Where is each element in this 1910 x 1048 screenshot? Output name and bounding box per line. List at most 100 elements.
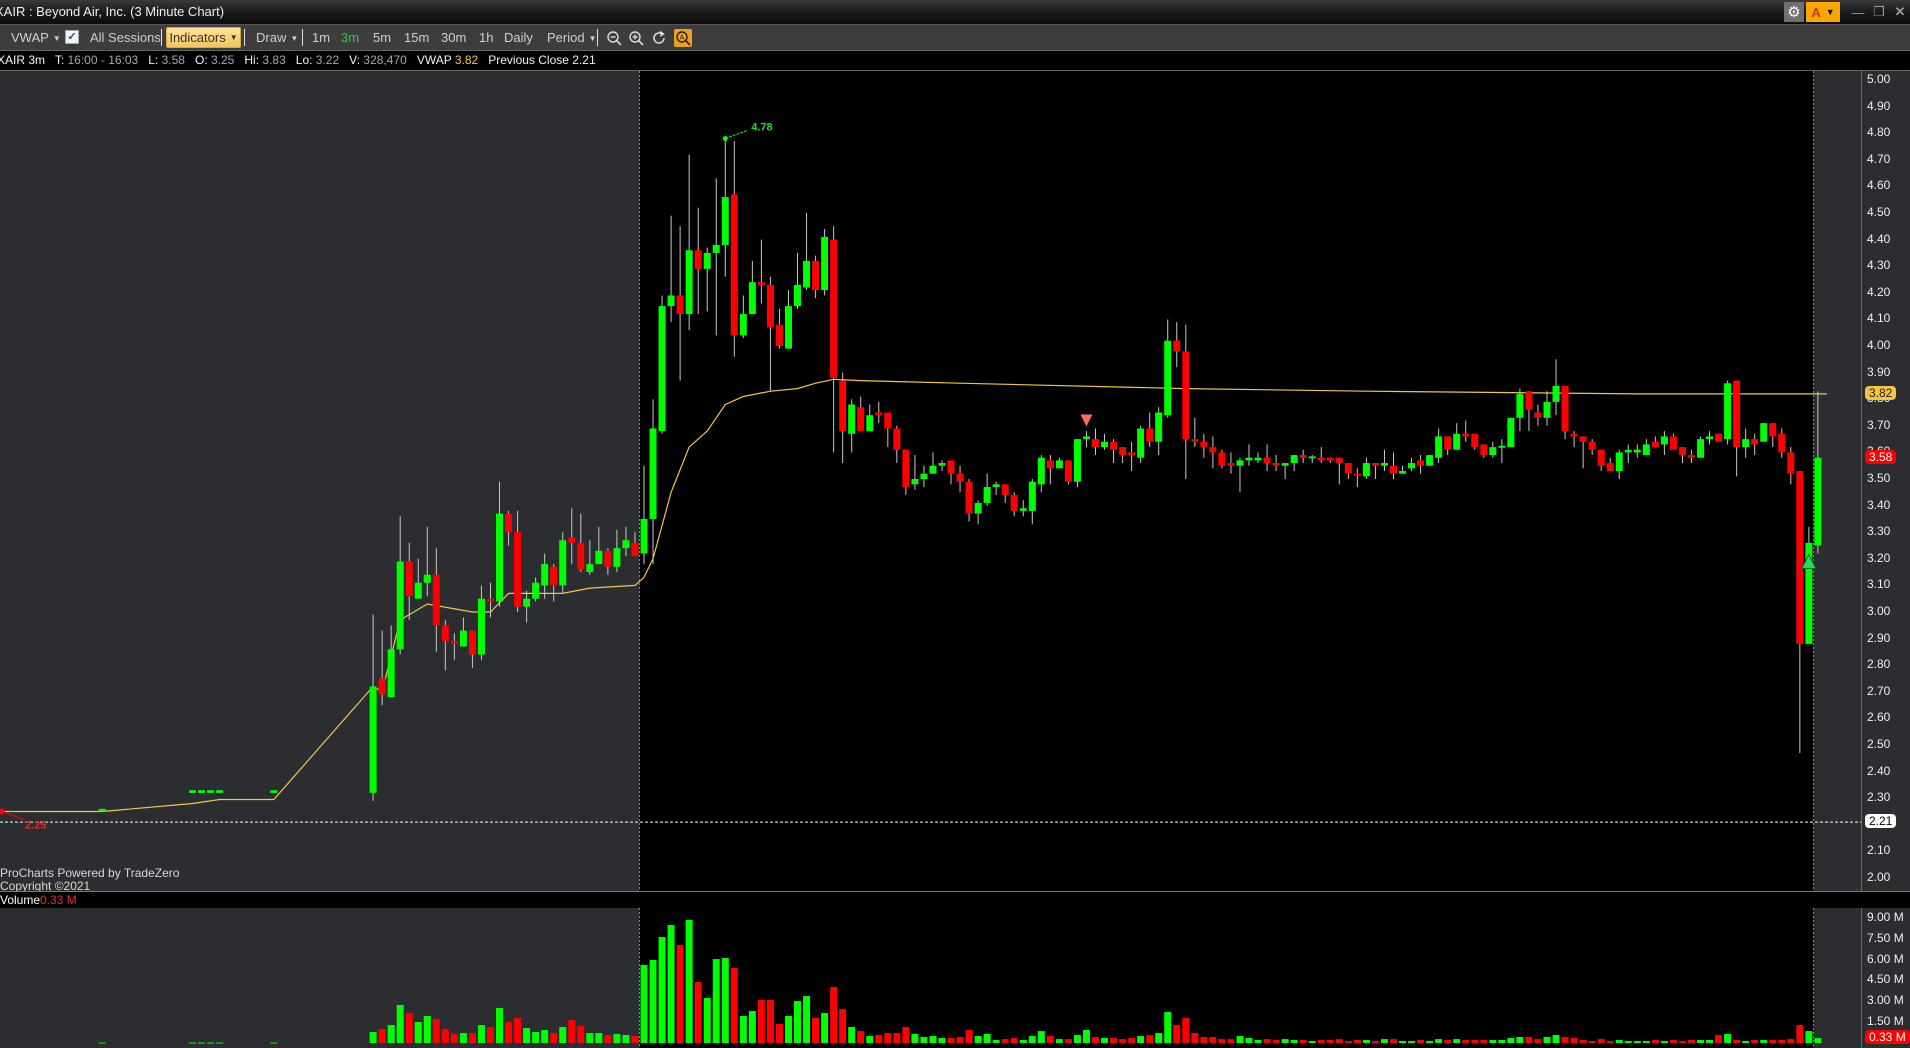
- price-tick-label: 2.60: [1867, 710, 1891, 725]
- volume-bar: [559, 1026, 567, 1043]
- period-3m-button[interactable]: 3m: [341, 30, 359, 45]
- previous-close-badge: 2.21: [1865, 814, 1897, 829]
- candle-body: [1082, 436, 1090, 440]
- volume-bar: [1651, 1039, 1659, 1043]
- volume-bar: [1624, 1041, 1632, 1043]
- zoom-out-button[interactable]: [605, 29, 623, 47]
- volume-bar: [1218, 1039, 1226, 1043]
- volume-bar: [1543, 1036, 1551, 1043]
- candle-body: [441, 625, 449, 642]
- candle-body: [766, 284, 774, 328]
- volume-bar: [1082, 1030, 1090, 1043]
- volume-bar: [947, 1038, 955, 1043]
- volume-bar: [1200, 1036, 1208, 1043]
- volume-bar: [1092, 1036, 1099, 1043]
- chart-toolbar: VWAP ▼ ✓ All Sessions Indicators ▼ Draw ▼ 1…: [0, 24, 1910, 51]
- period-5m-button[interactable]: 5m: [373, 30, 391, 45]
- candle-body: [369, 686, 377, 793]
- previous-close-value: 2.21: [572, 53, 596, 67]
- vwap-price-badge: 3.82: [1865, 385, 1897, 400]
- candle-body: [1281, 463, 1289, 466]
- candle-body: [1092, 439, 1099, 448]
- low-marker-label: 2.25: [25, 820, 46, 832]
- price-chart[interactable]: 4.78 2.25: [0, 70, 1910, 892]
- period-15m-button[interactable]: 15m: [404, 30, 429, 45]
- watermark-line1: ProCharts Powered by TradeZero: [0, 866, 180, 880]
- account-dropdown-button[interactable]: A ▼: [1806, 2, 1840, 22]
- volume-bar: [1371, 1041, 1379, 1043]
- volume-bar: [1073, 1034, 1081, 1043]
- volume-bar: [703, 998, 711, 1043]
- period-1h-button[interactable]: 1h: [479, 30, 493, 45]
- volume-bar: [468, 1033, 476, 1043]
- volume-bar: [893, 1033, 901, 1043]
- zoom-in-button[interactable]: [627, 29, 645, 47]
- candle-body: [477, 598, 485, 655]
- volume-bar: [1191, 1033, 1199, 1043]
- candle-body: [1480, 444, 1488, 456]
- all-sessions-label[interactable]: All Sessions: [90, 30, 161, 45]
- period-daily-button[interactable]: Daily: [504, 30, 533, 45]
- candle-body: [1380, 463, 1388, 466]
- volume-chart-canvas[interactable]: [0, 908, 1910, 1048]
- candle-body: [1010, 494, 1018, 511]
- all-sessions-checkbox[interactable]: ✓: [65, 30, 79, 44]
- candle-body: [468, 630, 476, 655]
- candle-body: [938, 463, 946, 466]
- volume-bar: [1101, 1038, 1109, 1043]
- volume-bar: [1552, 1034, 1560, 1043]
- auto-scale-button[interactable]: A: [674, 29, 692, 47]
- settings-gear-button[interactable]: ⚙: [1784, 2, 1804, 22]
- price-tick-label: 4.80: [1867, 125, 1891, 140]
- candle-body: [1362, 463, 1370, 477]
- candle-body: [1462, 433, 1470, 437]
- candle-body: [911, 479, 919, 485]
- volume-value: 328,470: [363, 53, 407, 67]
- zoom-in-icon: [629, 31, 644, 46]
- reset-icon: [653, 30, 665, 44]
- indicators-dropdown[interactable]: Indicators ▼: [166, 27, 241, 48]
- price-tick-label: 3.20: [1867, 550, 1891, 565]
- volume-bar: [1742, 1041, 1750, 1043]
- volume-bar: [1778, 1039, 1786, 1043]
- price-tick-label: 3.10: [1867, 577, 1891, 592]
- candle-body: [1724, 383, 1732, 440]
- candle-body: [812, 260, 820, 291]
- candle-body: [983, 486, 991, 503]
- period-30m-button[interactable]: 30m: [441, 30, 466, 45]
- candle-body: [640, 518, 648, 554]
- price-tick-label: 4.50: [1867, 205, 1891, 219]
- volume-bar: [1119, 1039, 1127, 1043]
- price-tick-label: 2.70: [1867, 683, 1891, 698]
- volume-bar: [721, 957, 729, 1043]
- volume-bar: [216, 1042, 224, 1044]
- candle-body: [1516, 393, 1524, 418]
- restore-button[interactable]: ❐: [1869, 2, 1889, 22]
- reset-zoom-button[interactable]: [650, 29, 668, 47]
- candle-body: [459, 630, 467, 647]
- svg-text:A: A: [680, 35, 685, 42]
- price-tick-label: 4.30: [1867, 258, 1891, 273]
- volume-bar: [794, 1001, 802, 1043]
- vwap-dropdown[interactable]: VWAP ▼: [11, 30, 61, 45]
- candle-body: [1787, 452, 1795, 474]
- draw-dropdown[interactable]: Draw ▼: [256, 30, 298, 45]
- price-chart-canvas[interactable]: 4.78 2.25: [0, 71, 1910, 892]
- candle-body: [1435, 436, 1443, 458]
- volume-bar: [965, 1030, 973, 1043]
- toolbar-divider: [597, 29, 598, 46]
- candle-body: [902, 449, 910, 487]
- candle-body: [1733, 380, 1741, 448]
- volume-bar: [757, 999, 765, 1043]
- candle-body: [1371, 463, 1379, 466]
- last-price-badge: 3.58: [1865, 449, 1897, 464]
- volume-bar: [1137, 1036, 1145, 1043]
- volume-bar: [1155, 1033, 1163, 1043]
- close-button[interactable]: ✕: [1890, 2, 1910, 22]
- minimize-button[interactable]: —: [1848, 2, 1868, 22]
- period-1m-button[interactable]: 1m: [312, 30, 330, 45]
- volume-bar: [1380, 1039, 1388, 1043]
- price-tick-label: 3.50: [1867, 471, 1891, 485]
- candle-body: [1453, 433, 1461, 450]
- period-dropdown[interactable]: Period ▼: [547, 30, 597, 45]
